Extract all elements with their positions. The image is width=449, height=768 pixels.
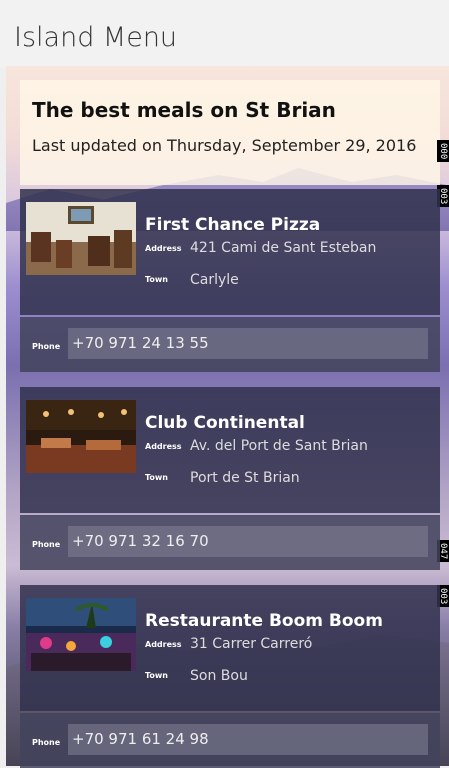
phone-value: +70 971 32 16 70 (72, 532, 209, 550)
town-value: Son Bou (190, 668, 248, 684)
title-bar: Island Menu (0, 0, 449, 68)
town-label: Town (145, 275, 168, 284)
phone-field[interactable]: +70 971 24 13 55 (68, 328, 428, 359)
phone-field[interactable]: +70 971 61 24 98 (68, 724, 428, 755)
town-label: Town (145, 671, 168, 680)
town-label: Town (145, 473, 168, 482)
last-updated-text: Last updated on Thursday, September 29, … (32, 136, 417, 155)
phone-row: Phone +70 971 24 13 55 (20, 317, 440, 372)
address-label: Address (145, 640, 182, 649)
restaurant-name: First Chance Pizza (145, 215, 321, 235)
side-tag: 000 (437, 140, 449, 162)
phone-value: +70 971 24 13 55 (72, 334, 209, 352)
restaurant-card[interactable]: Club Continental Address Av. del Port de… (20, 387, 440, 570)
phone-row: Phone +70 971 32 16 70 (20, 515, 440, 570)
phone-field[interactable]: +70 971 32 16 70 (68, 526, 428, 557)
town-value: Port de St Brian (190, 470, 300, 486)
phone-value: +70 971 61 24 98 (72, 730, 209, 748)
phone-label: Phone (32, 540, 61, 549)
restaurant-card[interactable]: Restaurante Boom Boom Address 31 Carrer … (20, 585, 440, 768)
address-value: Av. del Port de Sant Brian (190, 438, 368, 454)
restaurant-name: Club Continental (145, 413, 305, 433)
address-value: 421 Cami de Sant Esteban (190, 240, 377, 256)
app-title: Island Menu (14, 22, 178, 53)
restaurant-info: First Chance Pizza Address 421 Cami de S… (20, 189, 440, 315)
town-value: Carlyle (190, 272, 239, 288)
address-value: 31 Carrer Carreró (190, 636, 313, 652)
address-label: Address (145, 244, 182, 253)
restaurant-photo (26, 400, 136, 473)
phone-label: Phone (32, 738, 61, 747)
restaurant-card[interactable]: First Chance Pizza Address 421 Cami de S… (20, 189, 440, 372)
page-headline: The best meals on St Brian (32, 98, 336, 122)
address-label: Address (145, 442, 182, 451)
restaurant-name: Restaurante Boom Boom (145, 611, 383, 631)
restaurant-info: Club Continental Address Av. del Port de… (20, 387, 440, 513)
phone-row: Phone +70 971 61 24 98 (20, 713, 440, 768)
header-card: The best meals on St Brian Last updated … (20, 80, 440, 185)
restaurant-photo (26, 598, 136, 671)
restaurant-info: Restaurante Boom Boom Address 31 Carrer … (20, 585, 440, 711)
restaurant-photo (26, 202, 136, 275)
phone-label: Phone (32, 342, 61, 351)
